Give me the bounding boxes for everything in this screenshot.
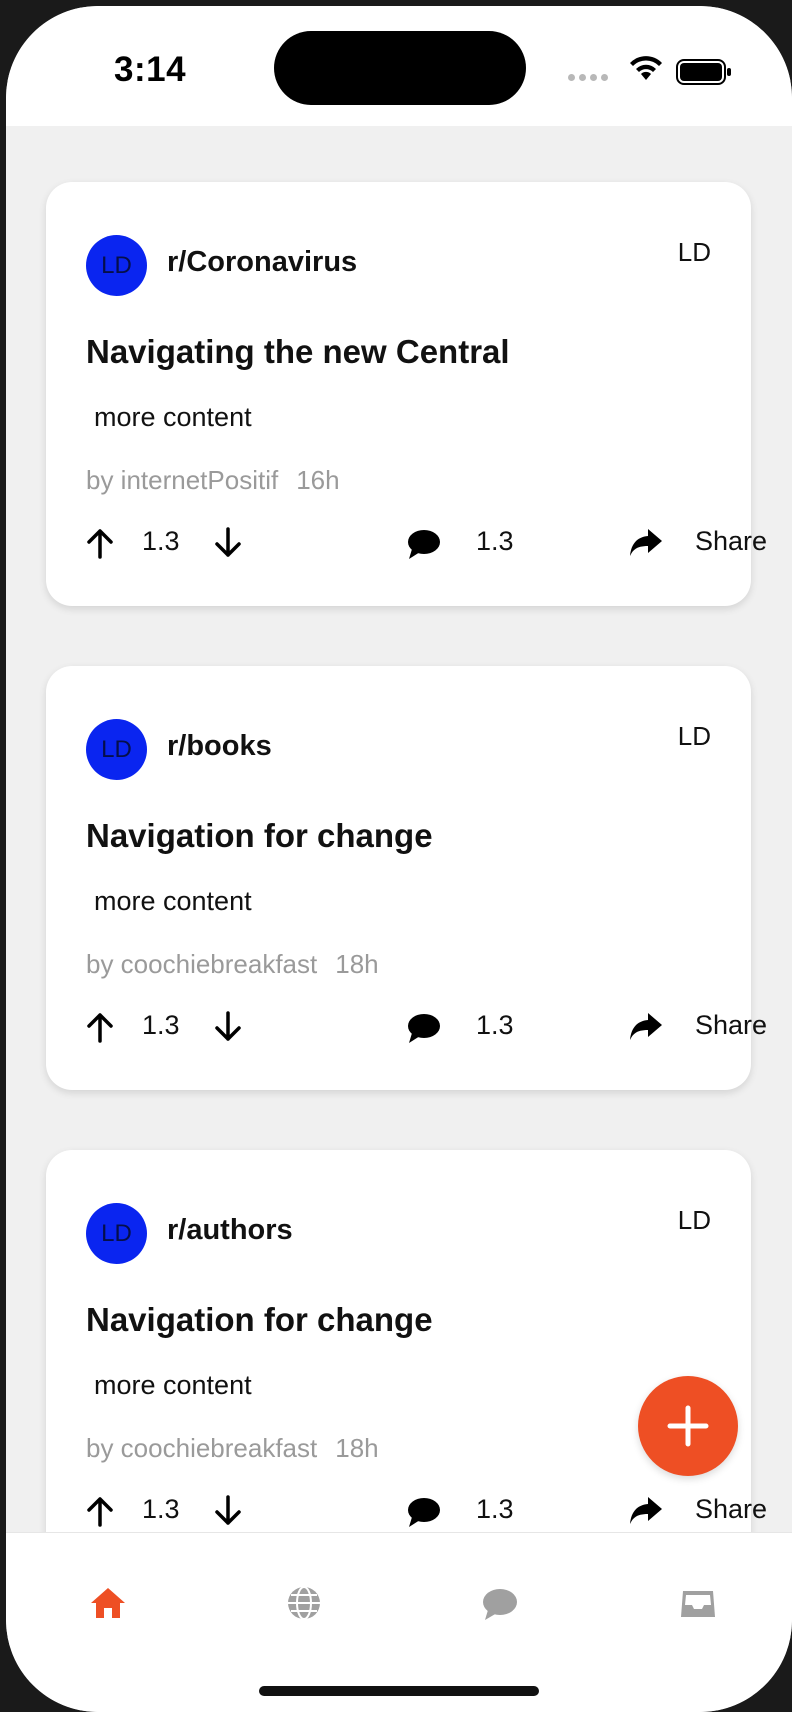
avatar[interactable]: LD [86, 235, 147, 296]
post-title[interactable]: Navigation for change [86, 1301, 433, 1339]
vote-count: 1.3 [142, 1494, 180, 1524]
inbox-icon[interactable] [678, 1583, 718, 1623]
comment-icon[interactable] [406, 522, 442, 564]
status-bar: 3:14 [6, 6, 792, 126]
user-badge: LD [677, 1205, 711, 1235]
home-indicator[interactable] [259, 1686, 539, 1696]
post-time: 16h [296, 465, 340, 495]
user-badge: LD [677, 721, 711, 751]
avatar[interactable]: LD [86, 1203, 147, 1264]
post-author[interactable]: by coochiebreakfast [86, 1433, 317, 1463]
downvote-icon[interactable] [214, 1006, 242, 1048]
post-meta: by internetPositif 16h [86, 465, 340, 496]
share-button[interactable]: Share [695, 526, 767, 557]
comment-count: 1.3 [476, 1010, 514, 1040]
status-icons [568, 54, 738, 90]
post-time: 18h [335, 1433, 379, 1463]
post-card[interactable]: LD r/books LD Navigation for change more… [46, 666, 767, 1090]
home-icon[interactable] [88, 1583, 128, 1623]
vote-count: 1.3 [142, 526, 180, 556]
wifi-icon [630, 56, 662, 80]
upvote-icon[interactable] [86, 1006, 114, 1048]
comment-icon[interactable] [406, 1490, 442, 1532]
share-button[interactable]: Share [695, 1010, 767, 1041]
post-feed[interactable]: LD r/Coronavirus LD Navigating the new C… [6, 126, 792, 1532]
share-icon[interactable] [628, 1490, 664, 1532]
post-card[interactable]: LD r/authors LD Navigation for change mo… [46, 1150, 767, 1532]
post-body: more content [94, 1370, 252, 1400]
plus-icon [667, 1405, 709, 1447]
phone-screen: 3:14 LD r/Coronavirus LD Navigating the … [6, 6, 792, 1712]
post-meta: by coochiebreakfast 18h [86, 1433, 379, 1464]
downvote-icon[interactable] [214, 1490, 242, 1532]
subreddit-name[interactable]: r/authors [167, 1214, 293, 1247]
downvote-icon[interactable] [214, 522, 242, 564]
upvote-icon[interactable] [86, 522, 114, 564]
comment-count: 1.3 [476, 526, 514, 556]
comment-icon[interactable] [406, 1006, 442, 1048]
vote-count: 1.3 [142, 1010, 180, 1040]
post-body: more content [94, 886, 252, 916]
share-icon[interactable] [628, 522, 664, 564]
create-post-button[interactable] [638, 1376, 738, 1476]
post-actions: 1.3 1.3 Share [86, 1006, 767, 1048]
post-author[interactable]: by coochiebreakfast [86, 949, 317, 979]
post-card[interactable]: LD r/Coronavirus LD Navigating the new C… [46, 182, 767, 606]
chat-icon[interactable] [480, 1583, 520, 1623]
post-title[interactable]: Navigating the new Central [86, 333, 510, 371]
subreddit-name[interactable]: r/Coronavirus [167, 246, 357, 279]
post-author[interactable]: by internetPositif [86, 465, 278, 495]
globe-icon[interactable] [284, 1583, 324, 1623]
tab-bar [6, 1532, 792, 1712]
share-button[interactable]: Share [695, 1494, 767, 1525]
post-time: 18h [335, 949, 379, 979]
post-title[interactable]: Navigation for change [86, 817, 433, 855]
upvote-icon[interactable] [86, 1490, 114, 1532]
post-meta: by coochiebreakfast 18h [86, 949, 379, 980]
subreddit-name[interactable]: r/books [167, 730, 272, 763]
avatar[interactable]: LD [86, 719, 147, 780]
post-body: more content [94, 402, 252, 432]
status-time: 3:14 [114, 50, 187, 89]
post-actions: 1.3 1.3 Share [86, 522, 767, 564]
user-badge: LD [677, 237, 711, 267]
dynamic-island [274, 31, 526, 105]
battery-icon [676, 59, 731, 85]
post-actions: 1.3 1.3 Share [86, 1490, 767, 1532]
share-icon[interactable] [628, 1006, 664, 1048]
comment-count: 1.3 [476, 1494, 514, 1524]
signal-dots-icon [568, 68, 612, 86]
